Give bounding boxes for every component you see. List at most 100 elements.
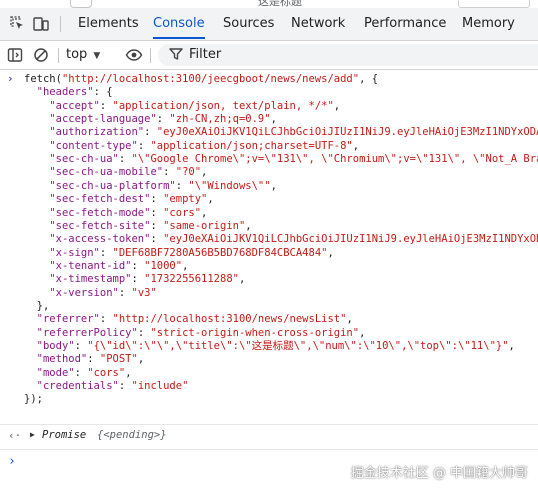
- code-token: ,: [125, 366, 132, 379]
- inspect-element-icon[interactable]: [8, 15, 26, 33]
- code-token: "{\"id\":\"\",\"title\":\"这是标题\",\"num\"…: [87, 340, 509, 352]
- expand-triangle-icon[interactable]: ▶: [30, 430, 35, 439]
- code-token: ,: [508, 340, 515, 352]
- code-token: "POST": [99, 353, 138, 366]
- code-token: :: [163, 166, 176, 179]
- promise-state: {<pending>}: [97, 429, 167, 441]
- code-line: fetch("http://localhost:3100/jeecgboot/n…: [0, 73, 538, 86]
- code-token: :: [144, 126, 157, 139]
- context-label: top: [66, 47, 88, 62]
- code-line: "accept": "application/json, text/plain,…: [0, 100, 538, 113]
- code-token: :: [137, 139, 151, 152]
- code-token: "credentials": [36, 380, 119, 393]
- devtools-tab-bar: Elements Console Sources Network Perform…: [0, 8, 538, 41]
- code-token: :: [74, 340, 88, 352]
- code-token: "v3": [131, 286, 157, 299]
- code-token: "strict-origin-when-cross-origin": [150, 326, 360, 339]
- code-token: :: [137, 326, 151, 339]
- chevron-down-icon: ▼: [93, 51, 101, 61]
- code-text: "sec-ch-ua": "\"Google Chrome\";v=\"131\…: [24, 153, 538, 166]
- tab-sources[interactable]: Sources: [223, 8, 274, 39]
- code-token: "1732255611288": [144, 273, 239, 286]
- tab-network[interactable]: Network: [291, 8, 345, 39]
- code-token: : {: [93, 86, 113, 99]
- code-text: fetch("http://localhost:3100/jeecgboot/n…: [24, 73, 378, 86]
- sidebar-toggle-icon[interactable]: [6, 46, 24, 64]
- console-toolbar: top ▼ Filter: [0, 41, 538, 70]
- code-token: :: [131, 259, 145, 272]
- code-token: "referrer": [36, 313, 100, 326]
- code-token: });: [24, 393, 43, 406]
- code-token: "accept-language": [49, 113, 157, 126]
- code-token: "\"Windows\"": [188, 179, 271, 192]
- code-token: , {: [359, 73, 379, 85]
- toolbar-separator: [150, 48, 151, 63]
- filter-input[interactable]: Filter: [158, 44, 538, 66]
- code-token: ,: [270, 179, 277, 192]
- tab-elements[interactable]: Elements: [78, 8, 139, 39]
- code-text: "sec-ch-ua-mobile": "?0",: [24, 166, 207, 179]
- code-text: "content-type": "application/json;charse…: [24, 140, 359, 153]
- tab-performance[interactable]: Performance: [364, 8, 446, 39]
- code-token: :: [74, 366, 88, 379]
- code-token: "DEF68BF7280A56B5BD768DF84CBCA484": [112, 246, 328, 259]
- code-token: :: [131, 273, 145, 286]
- code-text: "x-access-token": "eyJ0eXAiOiJKV1QiLCJhb…: [24, 233, 538, 246]
- eye-icon[interactable]: [125, 46, 143, 64]
- partial-title: 这是标题: [258, 0, 302, 8]
- top-partial-strip: 这是标题: [0, 0, 538, 8]
- code-token: :: [99, 246, 113, 259]
- code-token: ,: [137, 353, 145, 366]
- code-text: "accept": "application/json, text/plain,…: [24, 100, 340, 113]
- console-input-prompt[interactable]: ›: [8, 454, 16, 469]
- code-token: "eyJ0eXAiOiJKV1QiLCJhbGciOiJIUzI1NiJ9.ey…: [163, 233, 538, 246]
- code-token: ,: [333, 99, 341, 112]
- filter-icon: [168, 46, 186, 64]
- tab-console[interactable]: Console: [153, 8, 205, 39]
- code-text: "referrerPolicy": "strict-origin-when-cr…: [24, 326, 366, 340]
- code-token: :: [99, 313, 113, 326]
- code-line: "sec-fetch-site": "same-origin",: [0, 220, 538, 233]
- code-token: :: [150, 193, 164, 206]
- clear-console-icon[interactable]: [32, 46, 50, 64]
- code-token: ,: [245, 219, 252, 232]
- code-line: });: [0, 393, 538, 406]
- code-line: "authorization": "eyJ0eXAiOiJKV1QiLCJhbG…: [0, 126, 538, 139]
- code-token: :: [150, 206, 164, 219]
- device-toolbar-icon[interactable]: [32, 15, 50, 33]
- code-text: "accept-language": "zh-CN,zh;q=0.9",: [24, 113, 277, 126]
- code-token: "\"Google Chrome\";v=\"131\", \"Chromium…: [131, 153, 538, 166]
- context-selector[interactable]: top ▼: [66, 41, 100, 69]
- code-text: "x-tenant-id": "1000",: [24, 260, 188, 273]
- code-text: });: [24, 393, 43, 406]
- promise-label[interactable]: Promise: [42, 429, 86, 441]
- code-token: ,: [352, 139, 360, 152]
- code-token: "mode": [36, 366, 75, 379]
- code-token: "?0": [175, 166, 202, 179]
- code-line: },: [0, 300, 538, 313]
- tab-separator: [60, 16, 61, 32]
- code-token: ,: [201, 166, 208, 179]
- partial-box: [458, 0, 530, 8]
- partial-button: [70, 0, 92, 8]
- tab-memory[interactable]: Memory: [462, 8, 515, 39]
- code-token: "application/json;charset=UTF-8": [150, 139, 353, 152]
- code-token: ,: [207, 193, 214, 206]
- code-line: "body": "{\"id\":\"\",\"title\":\"这是标题\"…: [0, 340, 538, 353]
- code-token: "1000": [144, 259, 183, 272]
- code-line: "referrerPolicy": "strict-origin-when-cr…: [0, 327, 538, 340]
- row-separator: [0, 449, 538, 450]
- code-line: "credentials": "include": [0, 380, 538, 393]
- row-separator: [0, 424, 538, 425]
